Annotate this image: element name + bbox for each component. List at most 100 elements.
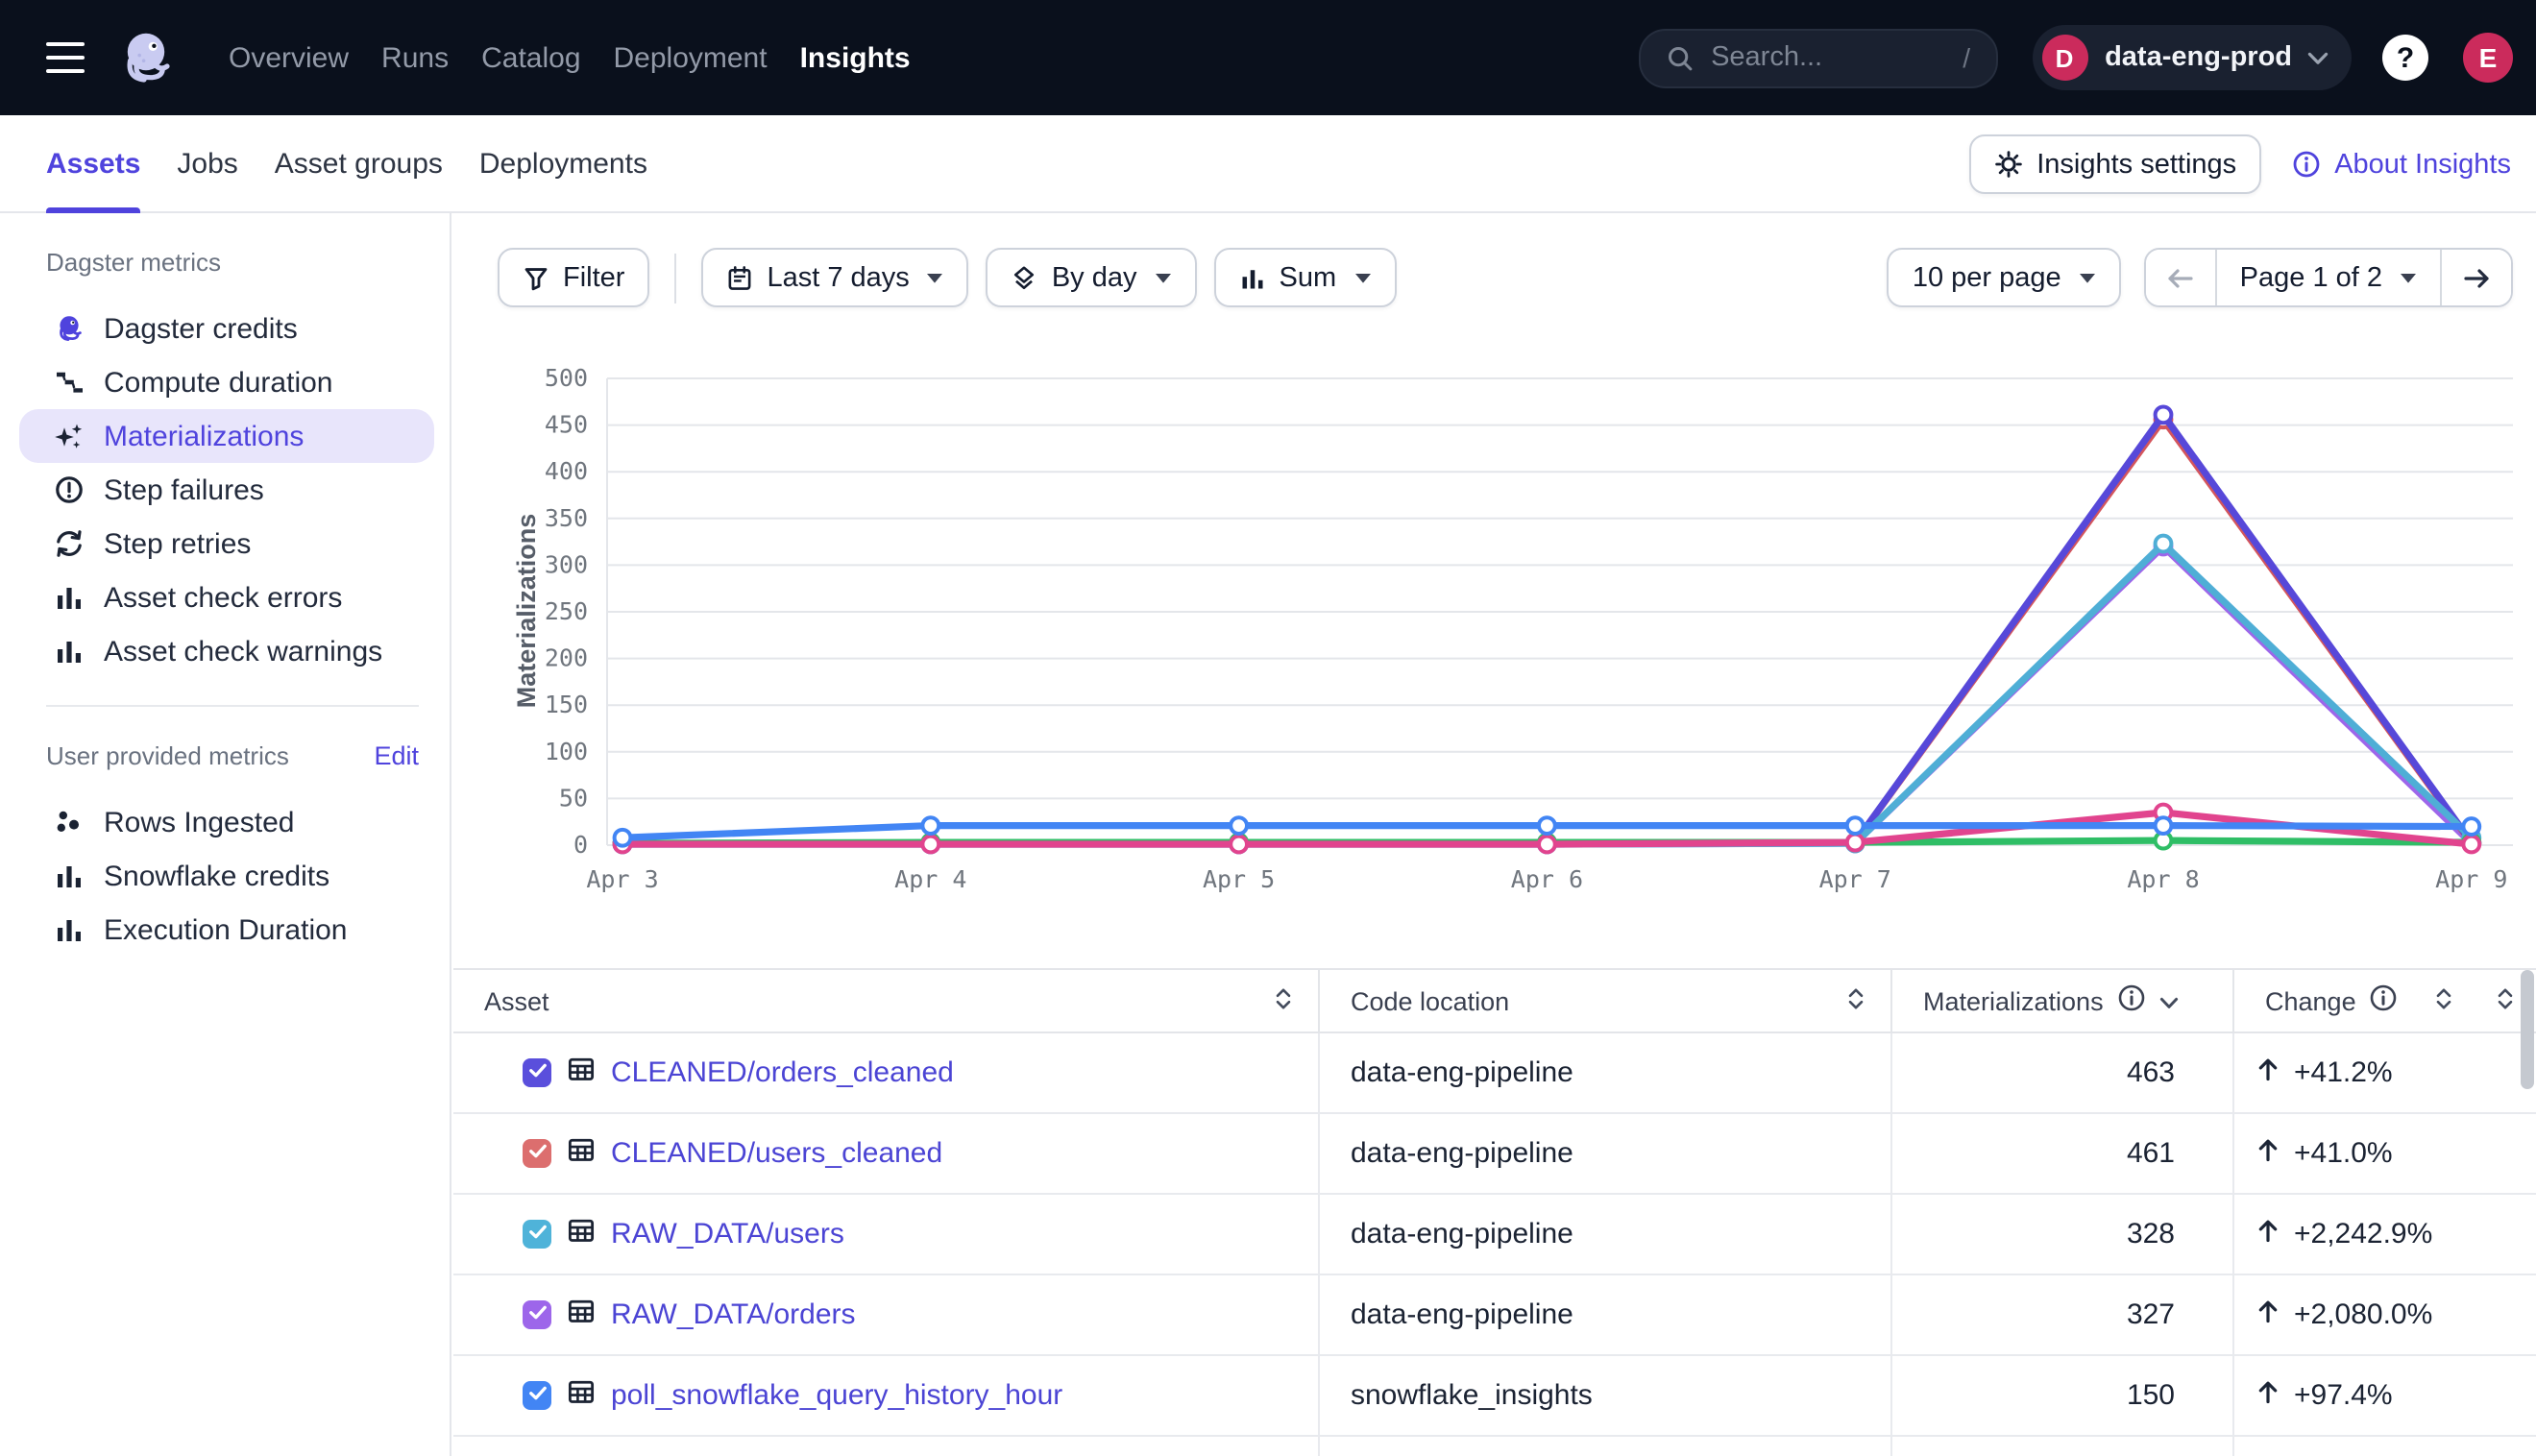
nav-item-overview[interactable]: Overview xyxy=(229,41,349,74)
deployment-badge: D xyxy=(2041,35,2087,81)
sidebar-item-asset-check-warnings[interactable]: Asset check warnings xyxy=(19,624,434,678)
prev-page-button[interactable] xyxy=(2146,250,2215,305)
grouping-button[interactable]: By day xyxy=(987,248,1197,307)
asset-link[interactable]: CLEANED/users_cleaned xyxy=(611,1137,942,1170)
up-arrow-icon xyxy=(2254,1055,2282,1091)
column-label: Materializations xyxy=(1923,986,2104,1015)
column-header-code-location[interactable]: Code location xyxy=(1320,970,1892,1031)
asset-link[interactable]: poll_snowflake_query_history_hour xyxy=(611,1379,1062,1412)
filter-button[interactable]: Filter xyxy=(498,248,649,307)
aggregation-button[interactable]: Sum xyxy=(1214,248,1397,307)
code-location-cell: data-eng-pipeline xyxy=(1320,1033,1892,1112)
series-checkbox[interactable] xyxy=(523,1058,551,1087)
insights-toolbar: Assets Jobs Asset groups Deployments Insigh… xyxy=(0,115,2536,213)
sidebar-section-title: Dagster metrics xyxy=(46,247,221,276)
column-label: Asset xyxy=(484,986,549,1015)
svg-text:Apr 6: Apr 6 xyxy=(1511,865,1583,893)
date-range-label: Last 7 days xyxy=(767,262,909,293)
about-insights-link[interactable]: About Insights xyxy=(2292,149,2511,180)
tab-assets[interactable]: Assets xyxy=(46,115,140,213)
column-header-materializations[interactable]: Materializations xyxy=(1892,970,2234,1031)
sidebar-item-step-retries[interactable]: Step retries xyxy=(19,517,434,570)
sidebar-item-rows-ingested[interactable]: Rows Ingested xyxy=(19,795,434,849)
chevron-down-icon xyxy=(2307,51,2329,64)
table-row: RAW_DATA/ordersdata-eng-pipeline327+2,08… xyxy=(453,1275,2536,1356)
asset-link[interactable]: RAW_DATA/users xyxy=(611,1218,844,1250)
series-checkbox[interactable] xyxy=(523,1381,551,1410)
series-checkbox[interactable] xyxy=(523,1220,551,1249)
sidebar-item-snowflake-credits[interactable]: Snowflake credits xyxy=(19,849,434,903)
check-icon xyxy=(525,1056,549,1089)
nav-item-catalog[interactable]: Catalog xyxy=(481,41,580,74)
series-checkbox[interactable] xyxy=(523,1139,551,1168)
grid-icon xyxy=(567,1297,596,1333)
sort-both-icon xyxy=(2498,986,2513,1015)
next-page-button[interactable] xyxy=(2442,250,2511,305)
topnav-right: Search... / D data-eng-prod ? E xyxy=(1638,0,2513,115)
sidebar-item-dagster-credits[interactable]: Dagster credits xyxy=(19,302,434,355)
table-row xyxy=(453,1437,2536,1456)
menu-icon[interactable] xyxy=(46,42,85,73)
table-header: Asset Code location Materializations Change xyxy=(453,968,2536,1033)
insights-settings-button[interactable]: Insights settings xyxy=(1969,134,2261,194)
sort-both-icon xyxy=(2436,986,2451,1015)
change-value: +2,242.9% xyxy=(2294,1218,2432,1250)
change-cell: +2,242.9% xyxy=(2234,1195,2536,1274)
series-checkbox[interactable] xyxy=(523,1300,551,1329)
nav-item-runs[interactable]: Runs xyxy=(381,41,449,74)
page-indicator-button[interactable]: Page 1 of 2 xyxy=(2215,250,2442,305)
svg-text:200: 200 xyxy=(545,644,588,672)
sidebar-item-materializations[interactable]: Materializations xyxy=(19,409,434,463)
toolbar-right: Insights settings About Insights xyxy=(1969,134,2511,194)
help-icon[interactable]: ? xyxy=(2382,35,2428,81)
change-value: +2,080.0% xyxy=(2294,1298,2432,1331)
sidebar-item-label: Materializations xyxy=(104,420,304,452)
date-range-button[interactable]: Last 7 days xyxy=(701,248,968,307)
tab-asset-groups[interactable]: Asset groups xyxy=(275,115,443,213)
change-value: +41.0% xyxy=(2294,1137,2393,1170)
asset-link[interactable]: RAW_DATA/orders xyxy=(611,1298,856,1331)
layers-icon xyxy=(1012,264,1038,291)
up-arrow-icon xyxy=(2254,1135,2282,1172)
svg-text:500: 500 xyxy=(545,364,588,392)
calendar-icon xyxy=(726,264,753,291)
sidebar-item-label: Step failures xyxy=(104,473,264,506)
insights-settings-label: Insights settings xyxy=(2036,149,2236,180)
per-page-button[interactable]: 10 per page xyxy=(1888,248,2121,307)
sidebar-item-step-failures[interactable]: Step failures xyxy=(19,463,434,517)
up-arrow-icon xyxy=(2254,1377,2282,1414)
tab-deployments[interactable]: Deployments xyxy=(479,115,647,213)
sidebar-item-asset-check-errors[interactable]: Asset check errors xyxy=(19,570,434,624)
sidebar-item-label: Step retries xyxy=(104,527,251,560)
sidebar-item-compute-duration[interactable]: Compute duration xyxy=(19,355,434,409)
asset-link[interactable]: CLEANED/orders_cleaned xyxy=(611,1056,954,1089)
materializations-chart: 050100150200250300350400450500Apr 3Apr 4… xyxy=(500,361,2521,918)
deployment-switcher[interactable]: D data-eng-prod xyxy=(2032,25,2352,90)
sidebar-item-execution-duration[interactable]: Execution Duration xyxy=(19,903,434,957)
column-header-change[interactable]: Change xyxy=(2234,970,2536,1031)
scrollbar[interactable] xyxy=(2521,970,2534,1089)
svg-text:Apr 9: Apr 9 xyxy=(2435,865,2507,893)
search-placeholder: Search... xyxy=(1711,42,1963,73)
deployment-name: data-eng-prod xyxy=(2105,42,2292,73)
sidebar-item-label: Rows Ingested xyxy=(104,806,294,838)
avatar[interactable]: E xyxy=(2463,33,2513,83)
svg-text:Apr 3: Apr 3 xyxy=(586,865,658,893)
dagster-logo-icon[interactable] xyxy=(115,27,177,88)
sort-both-icon xyxy=(1848,986,1864,1015)
edit-metrics-link[interactable]: Edit xyxy=(374,740,419,769)
change-cell: +41.2% xyxy=(2234,1033,2536,1112)
column-header-asset[interactable]: Asset xyxy=(453,970,1320,1031)
info-icon xyxy=(2292,150,2321,179)
bar-chart-icon xyxy=(54,582,85,613)
primary-nav: Overview Runs Catalog Deployment Insights xyxy=(229,0,911,115)
info-icon xyxy=(2370,983,2399,1018)
search-input[interactable]: Search... / xyxy=(1638,28,1997,87)
table-row: RAW_DATA/usersdata-eng-pipeline328+2,242… xyxy=(453,1195,2536,1275)
table-row: CLEANED/users_cleaneddata-eng-pipeline46… xyxy=(453,1114,2536,1195)
sidebar-divider xyxy=(46,705,419,707)
tab-jobs[interactable]: Jobs xyxy=(177,115,237,213)
nav-item-deployment[interactable]: Deployment xyxy=(614,41,768,74)
table-row: poll_snowflake_query_history_hoursnowfla… xyxy=(453,1356,2536,1437)
nav-item-insights[interactable]: Insights xyxy=(800,41,911,74)
